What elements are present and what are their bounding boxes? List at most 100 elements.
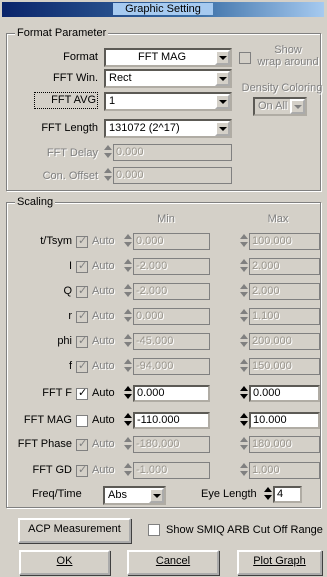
min-spin[interactable]: 0.000 — [124, 308, 210, 325]
spin-up-icon[interactable] — [240, 386, 248, 391]
chevron-down-icon[interactable] — [215, 71, 230, 86]
auto-checkbox[interactable] — [76, 415, 88, 427]
spin-up-icon[interactable] — [240, 259, 248, 264]
auto-checkbox[interactable]: ✓ — [76, 260, 88, 273]
spin-down-icon[interactable] — [104, 176, 112, 181]
max-field[interactable]: 180.000 — [249, 436, 320, 453]
auto-checkbox[interactable]: ✓ — [76, 335, 88, 348]
min-field[interactable]: -1.000 — [133, 462, 210, 479]
spin-down-icon[interactable] — [240, 267, 248, 272]
min-field[interactable]: 0.000 — [133, 233, 210, 250]
chevron-down-icon[interactable] — [215, 94, 230, 109]
spin-down-icon[interactable] — [240, 242, 248, 247]
spin-up-icon[interactable] — [240, 234, 248, 239]
max-spin[interactable]: 150.000 — [240, 358, 320, 375]
spin-up-icon[interactable] — [124, 386, 132, 391]
fft-length-select[interactable]: 131072 (2^17) — [104, 119, 232, 138]
auto-checkbox[interactable]: ✓ — [76, 360, 88, 373]
acp-measurement-button[interactable]: ACP Measurement — [18, 518, 131, 543]
chevron-down-icon[interactable] — [290, 99, 305, 114]
cancel-button[interactable]: Cancel — [127, 550, 219, 575]
spin-up-icon[interactable] — [124, 463, 132, 468]
max-field[interactable]: 2.000 — [249, 258, 320, 275]
spin-down-icon[interactable] — [264, 495, 272, 500]
chevron-down-icon[interactable] — [149, 488, 164, 503]
eye-length-spin[interactable]: 4 — [264, 486, 302, 503]
spin-down-icon[interactable] — [104, 153, 112, 158]
spin-down-icon[interactable] — [124, 342, 132, 347]
spin-up-icon[interactable] — [240, 413, 248, 418]
max-spin[interactable]: 100.000 — [240, 233, 320, 250]
spin-up-icon[interactable] — [104, 145, 112, 150]
max-spin[interactable]: 1.100 — [240, 308, 320, 325]
min-spin[interactable]: -1.000 — [124, 462, 210, 479]
fft-delay-field[interactable]: 0.000 — [113, 144, 232, 161]
con-offset-spin[interactable]: 0.000 — [104, 167, 232, 184]
spin-down-icon[interactable] — [124, 445, 132, 450]
spin-down-icon[interactable] — [124, 367, 132, 372]
spin-up-icon[interactable] — [124, 334, 132, 339]
spin-up-icon[interactable] — [240, 309, 248, 314]
auto-checkbox[interactable]: ✓ — [76, 464, 88, 477]
spin-down-icon[interactable] — [124, 471, 132, 476]
spin-up-icon[interactable] — [124, 437, 132, 442]
spin-down-icon[interactable] — [240, 471, 248, 476]
spin-up-icon[interactable] — [124, 309, 132, 314]
max-field[interactable]: 1.100 — [249, 308, 320, 325]
spin-up-icon[interactable] — [240, 437, 248, 442]
show-wrap-around-checkbox[interactable] — [239, 52, 251, 64]
spin-down-icon[interactable] — [124, 242, 132, 247]
max-spin[interactable]: 1.000 — [240, 462, 320, 479]
spin-down-icon[interactable] — [240, 421, 248, 426]
max-spin[interactable]: 10.000 — [240, 412, 320, 429]
spin-down-icon[interactable] — [240, 342, 248, 347]
spin-down-icon[interactable] — [124, 394, 132, 399]
spin-up-icon[interactable] — [264, 487, 272, 492]
max-field[interactable]: 1.000 — [249, 462, 320, 479]
min-field[interactable]: -2.000 — [133, 258, 210, 275]
format-select[interactable]: FFT MAG — [104, 48, 232, 67]
spin-up-icon[interactable] — [104, 168, 112, 173]
min-field[interactable]: 0.000 — [133, 385, 210, 402]
show-smiq-checkbox[interactable] — [148, 524, 160, 536]
spin-up-icon[interactable] — [124, 234, 132, 239]
min-field[interactable]: 0.000 — [133, 308, 210, 325]
fft-delay-spin[interactable]: 0.000 — [104, 144, 232, 161]
density-coloring-select[interactable]: On All — [253, 97, 307, 116]
auto-checkbox[interactable]: ✓ — [76, 285, 88, 298]
min-spin[interactable]: -94.000 — [124, 358, 210, 375]
max-spin[interactable]: 180.000 — [240, 436, 320, 453]
max-field[interactable]: 150.000 — [249, 358, 320, 375]
freq-time-select[interactable]: Abs — [103, 486, 166, 505]
chevron-down-icon[interactable] — [215, 50, 230, 65]
max-field[interactable]: 10.000 — [249, 412, 320, 429]
min-spin[interactable]: -180.000 — [124, 436, 210, 453]
max-field[interactable]: 100.000 — [249, 233, 320, 250]
spin-up-icon[interactable] — [240, 359, 248, 364]
spin-down-icon[interactable] — [124, 267, 132, 272]
spin-up-icon[interactable] — [124, 259, 132, 264]
spin-up-icon[interactable] — [124, 413, 132, 418]
spin-down-icon[interactable] — [124, 421, 132, 426]
max-spin[interactable]: 200.000 — [240, 333, 320, 350]
min-field[interactable]: -2.000 — [133, 283, 210, 300]
spin-down-icon[interactable] — [124, 317, 132, 322]
spin-up-icon[interactable] — [240, 284, 248, 289]
min-field[interactable]: -110.000 — [133, 412, 210, 429]
spin-up-icon[interactable] — [240, 463, 248, 468]
max-spin[interactable]: 2.000 — [240, 258, 320, 275]
min-spin[interactable]: -2.000 — [124, 258, 210, 275]
fft-win-select[interactable]: Rect — [104, 69, 232, 88]
min-field[interactable]: -94.000 — [133, 358, 210, 375]
spin-down-icon[interactable] — [240, 367, 248, 372]
min-spin[interactable]: -2.000 — [124, 283, 210, 300]
max-spin[interactable]: 0.000 — [240, 385, 320, 402]
min-field[interactable]: -180.000 — [133, 436, 210, 453]
max-field[interactable]: 200.000 — [249, 333, 320, 350]
auto-checkbox[interactable]: ✓ — [76, 438, 88, 451]
max-spin[interactable]: 2.000 — [240, 283, 320, 300]
plot-graph-button[interactable]: Plot Graph — [237, 550, 322, 575]
title-bar[interactable]: Graphic Setting — [2, 2, 324, 17]
ok-button[interactable]: OK — [19, 550, 110, 575]
spin-up-icon[interactable] — [124, 359, 132, 364]
